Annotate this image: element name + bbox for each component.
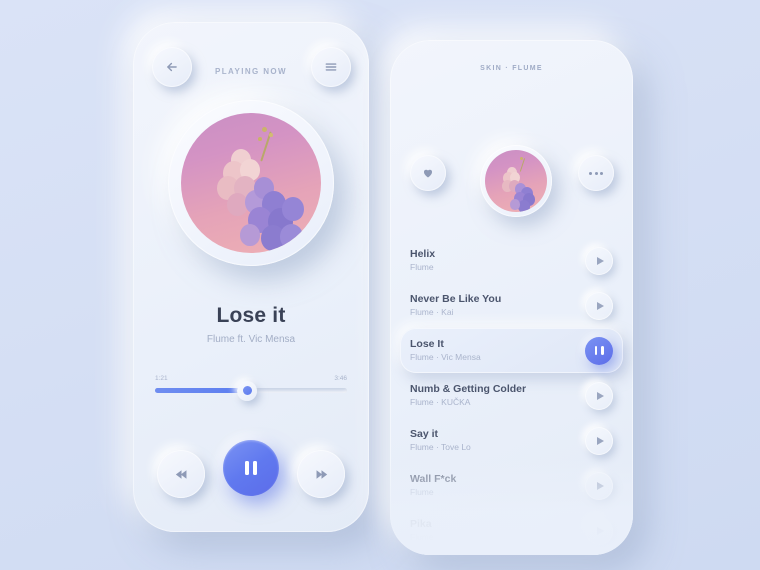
previous-button[interactable] [157, 450, 205, 498]
progress-section: 1:21 3:46 [155, 375, 347, 401]
pause-icon [245, 461, 257, 475]
track-row[interactable]: Lose It Flume · Vic Mensa [400, 328, 623, 373]
track-name: Never Be Like You [410, 292, 502, 305]
track-artist: Flume · Vic Mensa [410, 351, 481, 362]
track-text: Never Be Like You Flume · Kai [410, 293, 585, 319]
rewind-icon [175, 469, 186, 479]
track-artist: Flume · KUČKA [410, 396, 471, 407]
track-name: Numb & Getting Colder [410, 382, 527, 395]
track-text: Lose It Flume · Vic Mensa [410, 338, 585, 364]
row-play-button[interactable] [585, 471, 613, 500]
album-art-frame [168, 100, 334, 266]
flower-artwork [181, 113, 321, 253]
track-name: Helix [410, 247, 436, 260]
row-play-button[interactable] [585, 426, 613, 455]
track-text: Pika Flume [410, 518, 585, 544]
playlist: Helix Flume Never Be Like You Flume · Kai Lo… [390, 238, 633, 555]
fast-forward-icon [316, 469, 327, 479]
play-icon [596, 256, 604, 265]
row-play-button[interactable] [585, 246, 613, 275]
hamburger-menu-icon [325, 63, 337, 71]
row-pause-button[interactable] [585, 336, 613, 365]
pause-icon [594, 346, 604, 355]
album-art-frame-small [480, 145, 552, 217]
track-row[interactable]: Numb & Getting Colder Flume · KUČKA [400, 373, 623, 418]
play-pause-button[interactable] [223, 440, 279, 496]
track-row[interactable]: Helix Flume [400, 238, 623, 283]
play-icon [596, 481, 604, 490]
track-name: Lose It [410, 337, 444, 350]
track-artist: Flume · Kai [410, 306, 454, 317]
row-play-button[interactable] [585, 291, 613, 320]
track-artist: Flume [410, 486, 434, 497]
track-text: Helix Flume [410, 248, 585, 274]
heart-icon [423, 169, 433, 178]
playlist-phone: SKIN · FLUME Helix Flume Never Be Like Y… [390, 40, 633, 555]
more-options-button[interactable] [578, 155, 614, 191]
album-label: SKIN · FLUME [480, 65, 543, 72]
flower-artwork-small [485, 150, 547, 212]
track-name: Pika [410, 517, 432, 530]
track-row[interactable]: Say it Flume · Tove Lo [400, 418, 623, 463]
current-time: 1:21 [155, 375, 168, 382]
next-button[interactable] [297, 450, 345, 498]
track-artist: Flume [410, 531, 434, 542]
player-phone: PLAYING NOW Lose it Flume ft. Vic Mensa … [133, 22, 369, 532]
track-row[interactable]: Never Be Like You Flume · Kai [400, 283, 623, 328]
play-icon [596, 301, 604, 310]
track-text: Wall F*ck Flume [410, 473, 585, 499]
menu-button[interactable] [311, 47, 351, 87]
album-art-small [485, 150, 547, 212]
favorite-button[interactable] [410, 155, 446, 191]
total-time: 3:46 [334, 375, 347, 382]
track-artist: Flume · Tove Lo [410, 441, 471, 452]
track-name: Wall F*ck [410, 472, 457, 485]
row-play-button[interactable] [585, 516, 613, 545]
progress-thumb[interactable] [237, 380, 258, 401]
track-text: Numb & Getting Colder Flume · KUČKA [410, 383, 585, 409]
track-row[interactable]: Wall F*ck Flume [400, 463, 623, 508]
track-row[interactable]: Pika Flume [400, 508, 623, 553]
row-play-button[interactable] [585, 381, 613, 410]
track-artist: Flume ft. Vic Mensa [206, 334, 296, 345]
track-text: Say it Flume · Tove Lo [410, 428, 585, 454]
play-icon [596, 526, 604, 535]
album-art-large [181, 113, 321, 253]
play-icon [596, 391, 604, 400]
more-horizontal-icon [589, 171, 603, 175]
track-row[interactable]: Smoke & Retribution [400, 553, 623, 555]
track-title: Lose it [216, 304, 286, 327]
track-artist: Flume [410, 261, 434, 272]
track-name: Say it [410, 427, 439, 440]
progress-slider[interactable] [155, 380, 347, 401]
progress-fill [155, 388, 248, 393]
play-icon [596, 436, 604, 445]
